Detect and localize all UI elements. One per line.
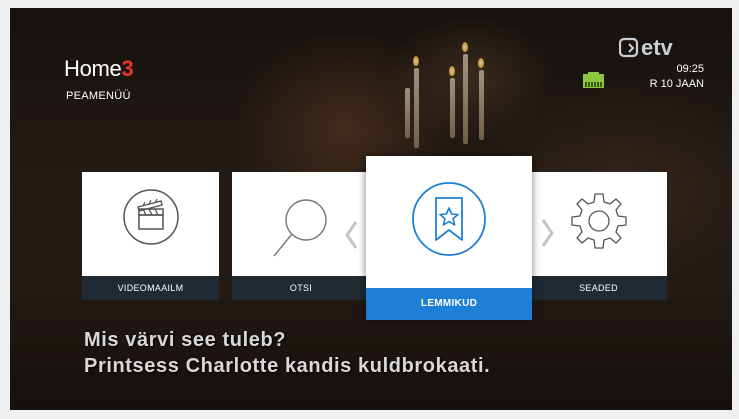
gear-icon: [571, 193, 627, 249]
search-icon: [273, 199, 327, 257]
menu-label-videomaailm: VIDEOMAAILM: [82, 276, 219, 300]
logo-text: Home: [64, 56, 122, 81]
bookmark-star-icon: [412, 182, 486, 256]
menu-tile-videomaailm[interactable]: VIDEOMAAILM: [82, 172, 219, 300]
menu-label-lemmikud: LEMMIKUD: [366, 288, 532, 320]
menu-label-seaded: SEADED: [530, 276, 667, 300]
subtitle-line-2: Printsess Charlotte kandis kuldbrokaati.: [84, 355, 491, 377]
page-title: PEAMENÜÜ: [66, 90, 131, 102]
logo-accent: 3: [121, 56, 134, 81]
menu-tile-lemmikud[interactable]: LEMMIKUD: [366, 156, 532, 320]
etv-logo-icon: etv: [619, 36, 674, 60]
tv-screen: Home3 PEAMENÜÜ etv 09:25 R 10 JAAN VIDEO…: [10, 8, 732, 410]
chevron-left-icon[interactable]: [344, 220, 358, 250]
menu-label-otsi: OTSI: [232, 276, 370, 300]
clapperboard-icon: [123, 189, 179, 245]
brand-text: etv: [641, 36, 674, 60]
chevron-right-icon[interactable]: [541, 218, 555, 248]
clock-time: 09:25: [676, 63, 704, 75]
subtitle-line-1: Mis värvi see tuleb?: [84, 329, 287, 351]
clock-date: R 10 JAAN: [649, 78, 704, 90]
app-logo: Home3: [64, 56, 134, 82]
network-icon: [583, 72, 604, 88]
